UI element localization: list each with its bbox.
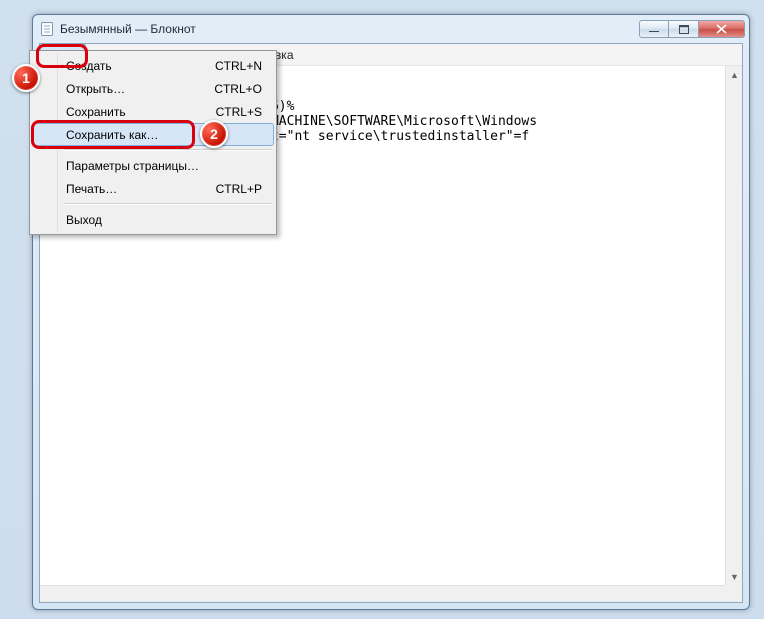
menu-separator xyxy=(64,203,272,205)
menu-label: Сохранить xyxy=(66,105,126,119)
minimize-button[interactable] xyxy=(639,20,669,38)
menu-shortcut: CTRL+N xyxy=(215,59,262,73)
menu-label: Сохранить как… xyxy=(66,128,158,142)
menu-label: Создать xyxy=(66,59,112,73)
vertical-scrollbar[interactable]: ▲ ▼ xyxy=(725,66,742,585)
menu-item-new[interactable]: Создать CTRL+N xyxy=(32,54,274,77)
window-controls xyxy=(639,20,745,38)
titlebar[interactable]: Безымянный — Блокнот xyxy=(33,15,749,43)
scroll-up-icon[interactable]: ▲ xyxy=(726,66,743,83)
close-button[interactable] xyxy=(699,20,745,38)
menu-shortcut: CTRL+S xyxy=(216,105,262,119)
menu-item-open[interactable]: Открыть… CTRL+O xyxy=(32,77,274,100)
scrollbar-corner xyxy=(725,585,742,602)
menu-shortcut: CTRL+P xyxy=(216,182,262,196)
menu-separator xyxy=(64,149,272,151)
scroll-track[interactable] xyxy=(726,83,742,568)
menu-shortcut: CTRL+O xyxy=(214,82,262,96)
menu-item-save[interactable]: Сохранить CTRL+S xyxy=(32,100,274,123)
menu-item-exit[interactable]: Выход xyxy=(32,208,274,231)
menu-label: Параметры страницы… xyxy=(66,159,199,173)
menu-item-page-setup[interactable]: Параметры страницы… xyxy=(32,154,274,177)
menu-label: Открыть… xyxy=(66,82,125,96)
menu-label: Выход xyxy=(66,213,102,227)
horizontal-scrollbar[interactable] xyxy=(40,585,725,602)
notepad-icon xyxy=(39,21,55,37)
maximize-button[interactable] xyxy=(669,20,699,38)
menu-item-save-as[interactable]: Сохранить как… xyxy=(32,123,274,146)
scroll-down-icon[interactable]: ▼ xyxy=(726,568,743,585)
window-title: Безымянный — Блокнот xyxy=(60,22,639,36)
file-menu-dropdown: Создать CTRL+N Открыть… CTRL+O Сохранить… xyxy=(29,50,277,235)
menu-label: Печать… xyxy=(66,182,117,196)
menu-item-print[interactable]: Печать… CTRL+P xyxy=(32,177,274,200)
